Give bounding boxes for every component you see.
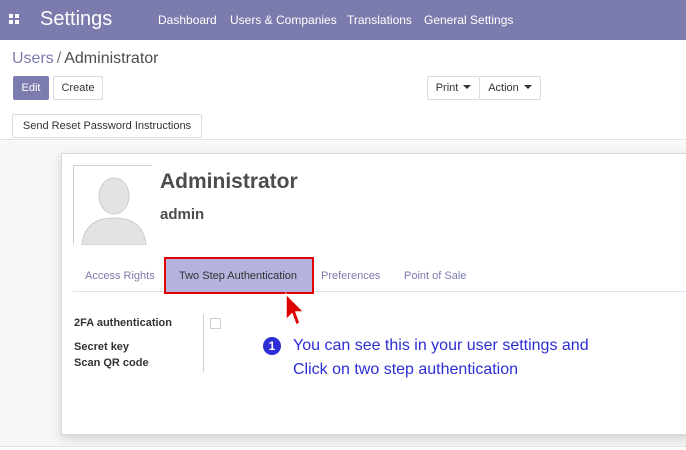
tab-preferences[interactable]: Preferences bbox=[321, 270, 380, 282]
menu-general-settings[interactable]: General Settings bbox=[424, 13, 513, 27]
caret-down-icon bbox=[523, 85, 532, 90]
menu-dashboard[interactable]: Dashboard bbox=[158, 13, 217, 27]
apps-grid-icon[interactable] bbox=[9, 14, 20, 25]
mouse-pointer-icon bbox=[285, 292, 306, 327]
user-login[interactable]: admin bbox=[160, 206, 204, 223]
app-name[interactable]: Settings bbox=[40, 8, 112, 31]
menu-users-companies[interactable]: Users & Companies bbox=[230, 13, 337, 27]
edit-button[interactable]: Edit bbox=[13, 76, 49, 100]
print-button[interactable]: Print bbox=[427, 76, 480, 100]
annotation-line-1: You can see this in your user settings a… bbox=[293, 337, 589, 354]
qr-code-label: Scan QR code bbox=[74, 357, 149, 369]
annotation-line-2: Click on two step authentication bbox=[293, 361, 519, 378]
breadcrumb: Users / Administrator bbox=[12, 50, 158, 68]
step-number-badge: 1 bbox=[263, 337, 281, 355]
secret-key-label: Secret key bbox=[74, 341, 130, 353]
send-reset-password-button[interactable]: Send Reset Password Instructions bbox=[12, 114, 202, 138]
action-button[interactable]: Action bbox=[479, 76, 541, 100]
user-name[interactable]: Administrator bbox=[160, 170, 298, 194]
action-label: Action bbox=[488, 82, 519, 94]
divider bbox=[0, 446, 686, 447]
top-navbar: Settings Dashboard Users & Companies Tra… bbox=[0, 0, 686, 40]
create-button[interactable]: Create bbox=[53, 76, 103, 100]
print-label: Print bbox=[435, 82, 459, 94]
user-avatar-placeholder[interactable] bbox=[73, 165, 153, 246]
tab-two-step-authentication[interactable]: Two Step Authentication bbox=[179, 270, 297, 282]
avatar-silhouette-icon bbox=[74, 166, 153, 246]
form-sheet bbox=[61, 153, 686, 435]
menu-translations[interactable]: Translations bbox=[347, 13, 412, 27]
tab-access-rights[interactable]: Access Rights bbox=[85, 270, 155, 282]
control-panel: Users / Administrator Edit Create Print Ac… bbox=[0, 40, 686, 140]
breadcrumb-users-link[interactable]: Users bbox=[12, 50, 54, 67]
field-separator bbox=[203, 314, 204, 372]
caret-down-icon bbox=[463, 85, 472, 90]
twofa-label: 2FA authentication bbox=[74, 317, 172, 329]
breadcrumb-current: Administrator bbox=[64, 50, 159, 67]
twofa-checkbox[interactable] bbox=[210, 318, 221, 329]
breadcrumb-separator: / bbox=[56, 50, 62, 67]
tab-point-of-sale[interactable]: Point of Sale bbox=[404, 270, 466, 282]
